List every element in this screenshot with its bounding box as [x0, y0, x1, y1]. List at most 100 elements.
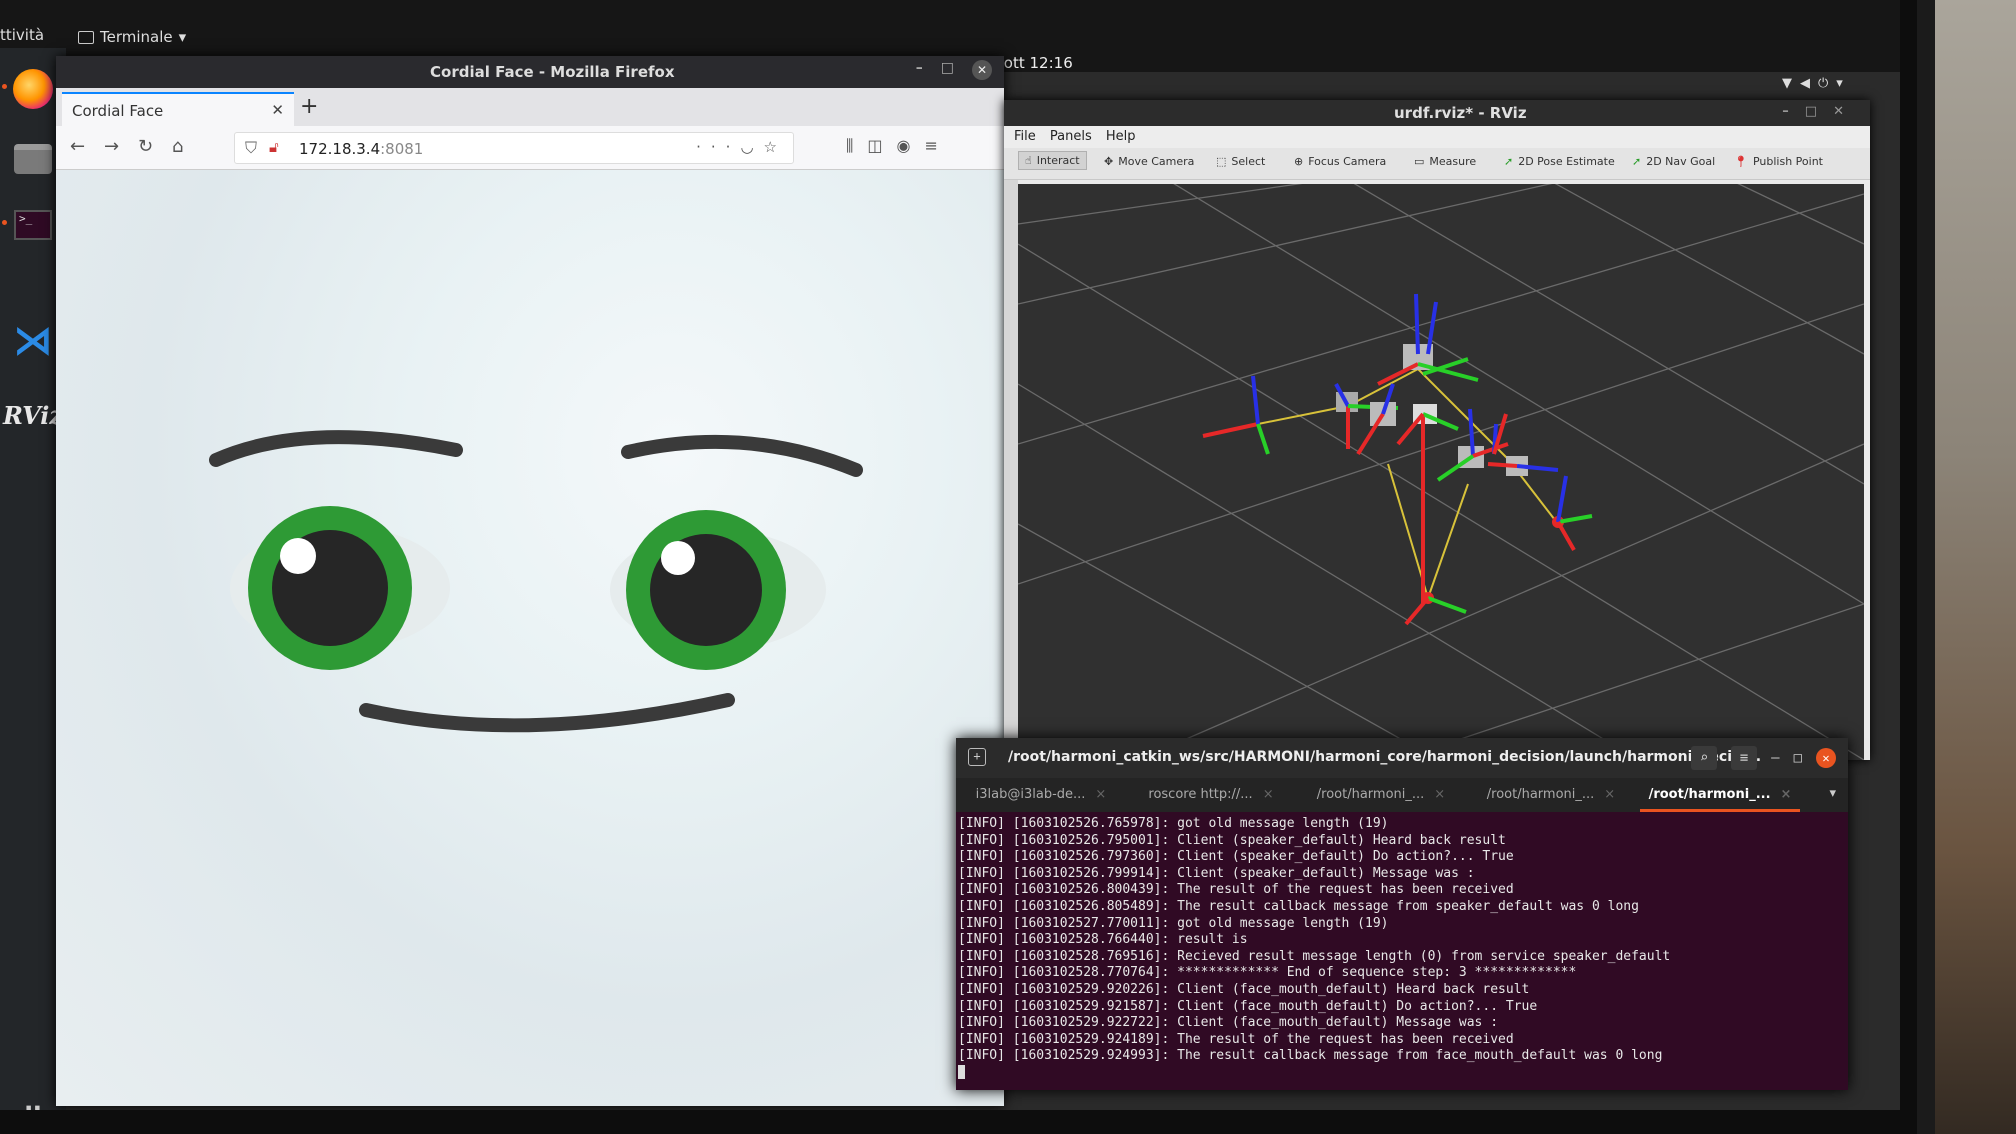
tool-2d-pose-estimate[interactable]: ➚ 2D Pose Estimate	[1504, 155, 1615, 168]
firefox-titlebar[interactable]: Cordial Face - Mozilla Firefox – □ ✕	[56, 56, 1004, 88]
maximize-button[interactable]: □	[1805, 104, 1833, 119]
grid-line	[1018, 383, 1639, 760]
dock-item-files[interactable]	[6, 132, 60, 186]
files-icon	[14, 144, 52, 174]
insecure-lock-icon[interactable]: 🔓︎	[269, 138, 279, 156]
maximize-button[interactable]: □	[1794, 750, 1802, 766]
tool-interact[interactable]: ☝ Interact	[1018, 151, 1087, 170]
close-tab-icon[interactable]: ×	[1095, 787, 1106, 802]
menu-file[interactable]: File	[1014, 129, 1036, 144]
activities-button[interactable]: ttività	[0, 26, 44, 44]
terminal-tabs: i3lab@i3lab-de... × roscore http://... × /…	[956, 778, 1848, 812]
terminal-tab[interactable]: /root/harmoni_... ×	[1296, 778, 1466, 812]
app-menu-label: Terminale	[100, 28, 173, 46]
close-tab-icon[interactable]: ✕	[271, 101, 284, 119]
dock-item-firefox[interactable]	[2, 62, 60, 116]
tool-focus-camera[interactable]: ⊕ Focus Camera	[1294, 155, 1386, 168]
tool-select[interactable]: ⬚ Select	[1216, 155, 1265, 168]
close-tab-icon[interactable]: ×	[1604, 787, 1615, 802]
bookmark-star-icon[interactable]: ☆	[764, 138, 787, 156]
terminal-line: [INFO] [1603102529.924189]: The result o…	[958, 1031, 1514, 1047]
joint-frame	[1404, 592, 1467, 626]
tab-title: Cordial Face	[72, 102, 164, 120]
terminal-tab-active[interactable]: /root/harmoni_... ×	[1640, 778, 1800, 812]
close-button[interactable]: ✕	[1816, 748, 1836, 768]
tool-label: Move Camera	[1118, 155, 1195, 168]
green-arrow-icon: ➚	[1504, 155, 1514, 168]
tool-label: Publish Point	[1752, 155, 1823, 168]
tab-label: i3lab@i3lab-de...	[975, 787, 1086, 802]
map-pin-icon: 📍︎	[1734, 155, 1748, 168]
dock-item-rviz[interactable]: RViz	[3, 388, 63, 442]
rviz-3d-view[interactable]	[1018, 184, 1864, 760]
navigation-bar: ← → ↻ ⌂ ⛉ 🔓︎ 172.18.3.4:8081 ···◡☆ ⫼◫◉≡	[56, 126, 1004, 170]
window-title: Cordial Face - Mozilla Firefox	[430, 63, 675, 81]
pocket-icon[interactable]: ◡	[740, 138, 763, 156]
minimize-button[interactable]: –	[1771, 750, 1779, 766]
chevron-down-icon: ▾	[1836, 76, 1851, 91]
firefox-window: Cordial Face - Mozilla Firefox – □ ✕ Cor…	[56, 56, 1004, 1106]
dock-item-app-grid[interactable]: ⠿	[6, 1092, 60, 1111]
firefox-icon	[13, 69, 53, 109]
terminal-line: [INFO] [1603102526.800439]: The result o…	[958, 882, 1514, 898]
minimize-button[interactable]: –	[916, 60, 923, 80]
page-actions-icon[interactable]: ···	[696, 138, 740, 156]
search-icon[interactable]: ⌕	[1691, 746, 1718, 770]
tool-2d-nav-goal[interactable]: ➚ 2D Nav Goal	[1632, 155, 1715, 168]
tool-move-camera[interactable]: ✥ Move Camera	[1104, 155, 1194, 168]
right-eyebrow	[621, 434, 863, 477]
library-icon[interactable]: ⫼	[846, 136, 867, 155]
maximize-button[interactable]: □	[941, 60, 954, 80]
chevron-down-icon[interactable]: ▾	[1829, 786, 1836, 801]
terminal-header[interactable]: + /root/harmoni_catkin_ws/src/HARMONI/ha…	[956, 738, 1848, 778]
terminal-tab[interactable]: i3lab@i3lab-de... ×	[956, 778, 1126, 812]
app-grid-icon: ⠿	[22, 1102, 44, 1111]
close-button[interactable]: ✕	[1833, 104, 1860, 119]
close-button[interactable]: ✕	[972, 60, 992, 80]
grid-line	[1018, 184, 1553, 305]
new-tab-icon[interactable]: +	[968, 748, 986, 766]
terminal-output[interactable]: [INFO] [1603102526.765978]: got old mess…	[956, 814, 1848, 1090]
system-tray[interactable]: ▼◀⏻▾	[1782, 76, 1851, 91]
sidebar-icon[interactable]: ◫	[867, 136, 896, 155]
terminal-line: [INFO] [1603102526.797360]: Client (spea…	[958, 849, 1514, 865]
tab-label: roscore http://...	[1148, 787, 1253, 802]
rviz-toolbar: ☝ Interact ✥ Move Camera ⬚ Select ⊕ Focus Ca…	[1004, 148, 1870, 180]
vscode-icon: ⋊	[13, 318, 53, 364]
reload-button[interactable]: ↻	[138, 136, 153, 157]
close-tab-icon[interactable]: ×	[1263, 787, 1274, 802]
left-eyebrow	[209, 430, 463, 467]
shield-icon[interactable]: ⛉	[245, 138, 257, 158]
back-button[interactable]: ←	[70, 136, 85, 157]
panel-splitter[interactable]	[1004, 180, 1018, 760]
terminal-tab[interactable]: /root/harmoni_... ×	[1466, 778, 1636, 812]
menu-panels[interactable]: Panels	[1050, 129, 1092, 144]
dock-item-terminal[interactable]: >_	[2, 198, 60, 252]
tool-measure[interactable]: ▭ Measure	[1414, 155, 1476, 168]
tab-cordial-face[interactable]: Cordial Face ✕	[62, 92, 294, 126]
select-icon: ⬚	[1216, 155, 1227, 168]
home-button[interactable]: ⌂	[172, 136, 183, 157]
close-tab-icon[interactable]: ×	[1434, 787, 1445, 802]
account-icon[interactable]: ◉	[897, 136, 925, 155]
url-port: :8081	[380, 140, 424, 158]
page-content	[56, 170, 1004, 1106]
menu-icon[interactable]: ≡	[924, 136, 951, 155]
forward-button[interactable]: →	[104, 136, 119, 157]
url-bar[interactable]: ⛉ 🔓︎ 172.18.3.4:8081 ···◡☆	[234, 132, 794, 164]
terminal-icon: >_	[14, 210, 52, 240]
power-icon: ⏻	[1818, 76, 1837, 91]
close-tab-icon[interactable]: ×	[1781, 787, 1792, 802]
terminal-line: [INFO] [1603102529.924993]: The result c…	[958, 1048, 1663, 1064]
menu-help[interactable]: Help	[1106, 129, 1136, 144]
dock-item-vscode[interactable]: ⋊	[6, 314, 60, 368]
tool-publish-point[interactable]: 📍︎ Publish Point	[1734, 155, 1823, 168]
minimize-button[interactable]: –	[1782, 104, 1805, 119]
menu-icon[interactable]: ≡	[1731, 746, 1758, 770]
terminal-line: [INFO] [1603102526.795001]: Client (spea…	[958, 832, 1506, 848]
terminal-line: [INFO] [1603102529.922722]: Client (face…	[958, 1015, 1499, 1031]
terminal-tab[interactable]: roscore http://... ×	[1126, 778, 1296, 812]
new-tab-button[interactable]: +	[300, 94, 318, 119]
rviz-titlebar[interactable]: urdf.rviz* - RViz –□✕	[1004, 100, 1870, 126]
app-menu[interactable]: Terminale ▾	[78, 28, 186, 46]
